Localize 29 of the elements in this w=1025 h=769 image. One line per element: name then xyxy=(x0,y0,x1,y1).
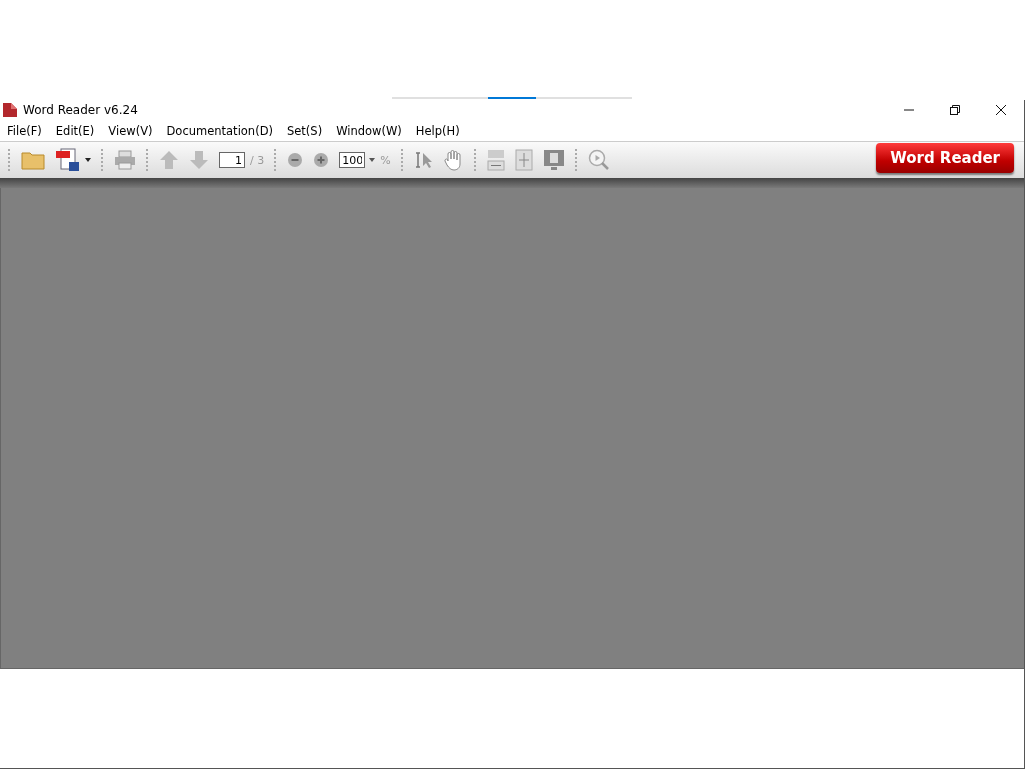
app-logo-icon xyxy=(3,103,17,117)
printer-icon[interactable] xyxy=(114,150,136,170)
full-screen-icon[interactable] xyxy=(542,149,565,171)
fit-width-icon[interactable] xyxy=(486,149,505,171)
zoom-out-icon[interactable] xyxy=(287,152,304,168)
close-icon xyxy=(995,104,1007,116)
menu-item[interactable]: Documentation(D) xyxy=(160,123,279,138)
menu-item[interactable]: Edit(E) xyxy=(49,123,101,138)
menu-item[interactable]: View(V) xyxy=(102,123,159,138)
text-select-icon[interactable] xyxy=(413,150,434,170)
folder-icon[interactable] xyxy=(21,150,45,170)
menu-item[interactable]: Help(H) xyxy=(409,123,466,138)
dropdown-caret-icon[interactable] xyxy=(85,158,91,162)
menu-item[interactable]: Set(S) xyxy=(281,123,329,138)
page-total: / 3 xyxy=(250,153,265,167)
menu-item[interactable]: File(F) xyxy=(1,123,48,138)
zoom-field[interactable]: 100 xyxy=(339,152,366,168)
brand-button[interactable]: Word Reader xyxy=(876,143,1014,173)
fit-page-icon[interactable] xyxy=(514,149,533,171)
zoom-unit: % xyxy=(380,153,391,167)
hand-icon[interactable] xyxy=(443,149,464,171)
page-field[interactable]: 1 xyxy=(219,152,245,168)
zoom-in-icon[interactable] xyxy=(313,152,330,168)
window-title: Word Reader v6.24 xyxy=(23,103,138,117)
dropdown-caret-icon[interactable] xyxy=(369,158,376,162)
pdf-save-icon[interactable] xyxy=(55,148,81,172)
restore-icon xyxy=(949,104,961,116)
menu-item[interactable]: Window(W) xyxy=(330,123,408,138)
search-icon[interactable] xyxy=(587,149,610,171)
